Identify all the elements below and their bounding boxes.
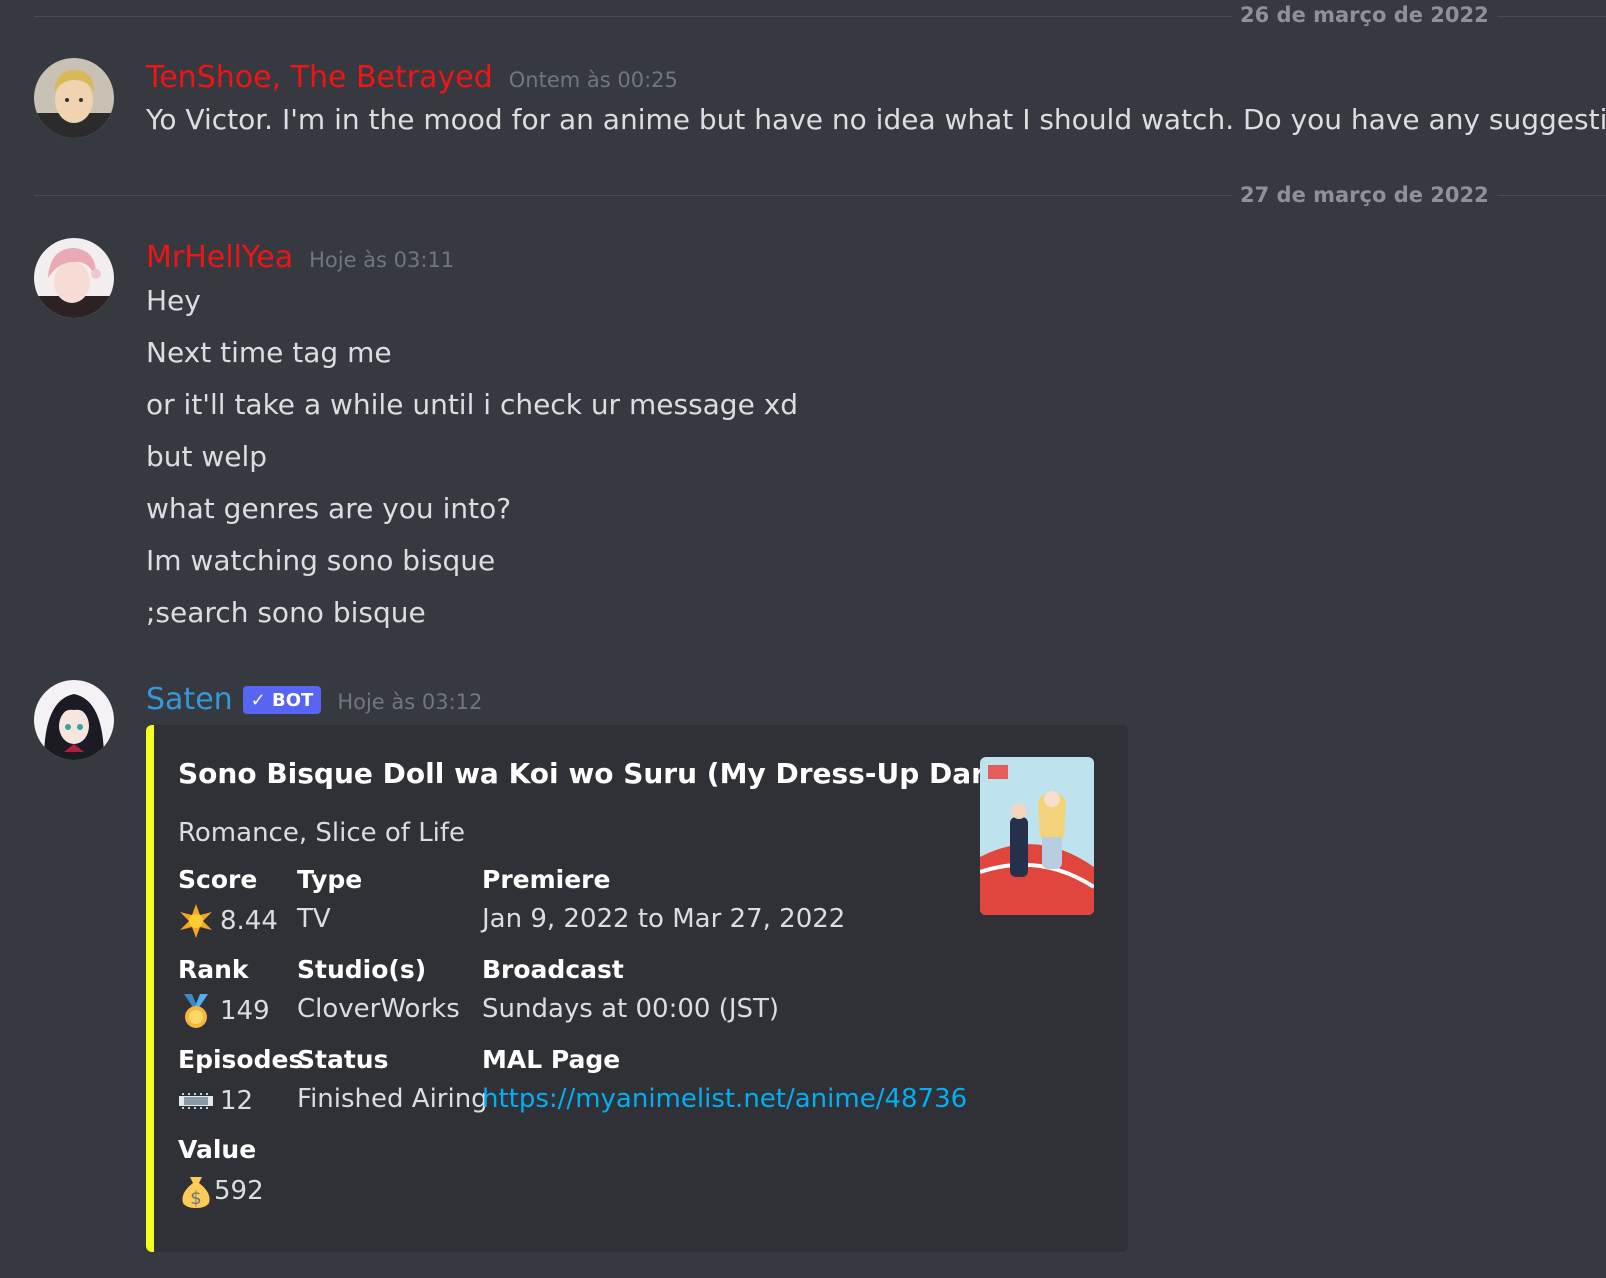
field-mal-name: MAL Page bbox=[482, 1045, 621, 1074]
message-text: Hey bbox=[146, 284, 201, 317]
field-premiere-value: Jan 9, 2022 to Mar 27, 2022 bbox=[482, 904, 846, 934]
film-icon bbox=[179, 1092, 213, 1110]
field-value-value: $ 592 bbox=[178, 1173, 264, 1209]
field-episodes-name: Episodes bbox=[178, 1045, 304, 1074]
medal-icon bbox=[184, 994, 208, 1028]
embed-card: Sono Bisque Doll wa Koi wo Suru (My Dres… bbox=[146, 725, 1128, 1252]
field-rank-name: Rank bbox=[178, 955, 249, 984]
message-text: Next time tag me bbox=[146, 336, 392, 369]
field-rank-value: 149 bbox=[178, 993, 270, 1029]
username[interactable]: Saten bbox=[146, 682, 233, 718]
avatar[interactable] bbox=[34, 58, 114, 138]
timestamp: Ontem às 00:25 bbox=[508, 68, 678, 92]
field-studios-name: Studio(s) bbox=[297, 955, 427, 984]
username[interactable]: TenShoe, The Betrayed bbox=[146, 60, 493, 96]
bot-badge: ✓ BOT bbox=[242, 686, 322, 714]
message-text: what genres are you into? bbox=[146, 492, 512, 525]
message-text: but welp bbox=[146, 440, 268, 473]
field-status-value: Finished Airing bbox=[297, 1084, 488, 1114]
embed-thumbnail[interactable] bbox=[980, 757, 1094, 915]
field-status-name: Status bbox=[297, 1045, 389, 1074]
message-text: Im watching sono bisque bbox=[146, 544, 496, 577]
timestamp: Hoje às 03:12 bbox=[337, 690, 483, 714]
field-broadcast-name: Broadcast bbox=[482, 955, 624, 984]
message-text: ;search sono bisque bbox=[146, 596, 426, 629]
money-bag-icon: $ bbox=[182, 1177, 210, 1209]
field-episodes-value: 12 bbox=[178, 1083, 253, 1119]
embed-description: Romance, Slice of Life bbox=[178, 818, 466, 848]
field-broadcast-value: Sundays at 00:00 (JST) bbox=[482, 994, 780, 1024]
field-score-value: 8.44 bbox=[178, 903, 278, 939]
message-text: or it'll take a while until i check ur m… bbox=[146, 388, 799, 421]
embed-title: Sono Bisque Doll wa Koi wo Suru (My Dres… bbox=[178, 757, 1057, 790]
field-value-name: Value bbox=[178, 1135, 257, 1164]
date-divider-label: 26 de março de 2022 bbox=[1232, 2, 1497, 28]
mal-page-link[interactable]: https://myanimelist.net/anime/48736 bbox=[482, 1084, 967, 1114]
avatar[interactable] bbox=[34, 238, 114, 318]
avatar[interactable] bbox=[34, 680, 114, 760]
field-premiere-name: Premiere bbox=[482, 865, 611, 894]
svg-text:$: $ bbox=[190, 1188, 201, 1209]
field-type-value: TV bbox=[297, 904, 331, 934]
field-studios-value: CloverWorks bbox=[297, 994, 460, 1024]
field-mal-value: https://myanimelist.net/anime/48736 bbox=[482, 1084, 967, 1114]
username[interactable]: MrHellYea bbox=[146, 240, 293, 276]
message-text: Yo Victor. I'm in the mood for an anime … bbox=[146, 103, 1606, 136]
timestamp: Hoje às 03:11 bbox=[309, 248, 455, 272]
star-icon bbox=[180, 904, 212, 938]
field-score-name: Score bbox=[178, 865, 258, 894]
field-type-name: Type bbox=[297, 865, 363, 894]
date-divider-label: 27 de março de 2022 bbox=[1232, 182, 1497, 208]
